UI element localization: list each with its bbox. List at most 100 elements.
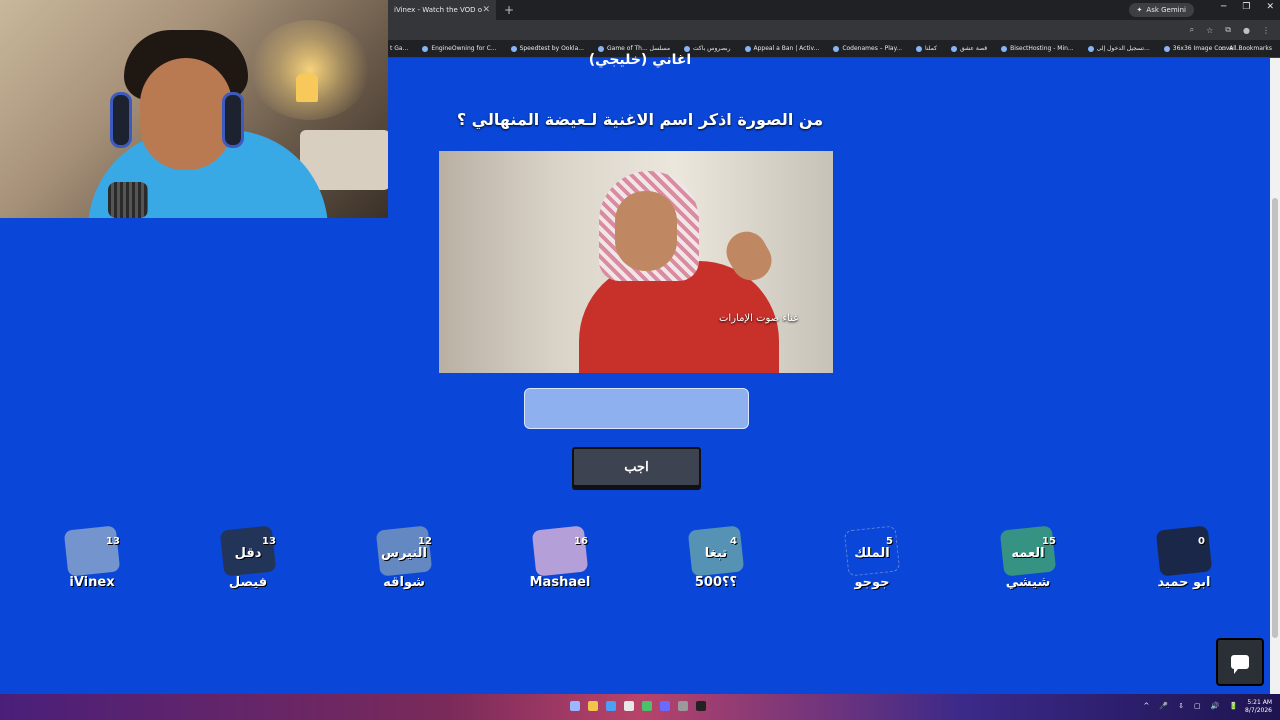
bookmark-item[interactable]: Appeal a Ban | Activ... <box>744 45 819 52</box>
bookmark-icon <box>684 45 691 52</box>
bookmark-item[interactable]: قصة عشق <box>950 45 987 52</box>
player-score: 16 <box>574 536 588 547</box>
page-scrollbar[interactable] <box>1270 58 1280 694</box>
toolbar-icons: ⌕ ☆ ⧉ ● ⋮ <box>388 20 1280 40</box>
players-row: 13 iVinex دقل 13 فيصل النيرس 12 شواقه 16… <box>40 525 1240 598</box>
bookmark-item[interactable]: كملنا <box>916 45 937 52</box>
window-controls: ─ ❐ ✕ <box>1221 2 1274 12</box>
player-score: 4 <box>730 536 737 547</box>
bookmark-icon <box>1163 45 1170 52</box>
question-text: من الصورة اذكر اسم الاغنية لـعيضة المنها… <box>456 110 824 129</box>
chat-button[interactable] <box>1216 638 1264 686</box>
bookmark-item[interactable]: BisectHosting - Min... <box>1001 45 1074 52</box>
player-name: شواقه <box>383 575 425 590</box>
taskbar-clock[interactable]: 5:21 AM 8/7/2026 <box>1245 699 1272 715</box>
player-avatar <box>1155 525 1213 577</box>
app-icon[interactable] <box>660 701 670 711</box>
star-icon[interactable]: ☆ <box>1206 26 1213 35</box>
bookmark-icon <box>916 45 923 52</box>
webcam-overlay <box>0 0 388 218</box>
display-icon[interactable]: ▢ <box>1194 702 1201 710</box>
headphone-left <box>110 92 132 148</box>
clock-date: 8/7/2026 <box>1245 707 1272 714</box>
bookmark-icon <box>422 45 429 52</box>
player-card: 16 Mashael <box>512 525 602 598</box>
bookmark-item[interactable]: Speedtest by Ookla... <box>510 45 584 52</box>
ask-gemini-button[interactable]: ✦ Ask Gemini <box>1128 3 1194 17</box>
player-name: جوجو <box>854 575 890 590</box>
submit-answer-button[interactable]: اجب <box>572 447 701 487</box>
app-icon[interactable] <box>678 701 688 711</box>
player-name: iVinex <box>69 575 115 590</box>
bookmark-icon <box>950 45 957 52</box>
page: iVinex - Watch the VOD on Kick ✕ + ✦ Ask… <box>0 0 1280 720</box>
player-name: ؟؟500 <box>694 575 738 590</box>
volume-icon[interactable]: 🔊 <box>1211 702 1220 710</box>
player-avatar <box>63 525 121 577</box>
player-avatar <box>531 525 589 577</box>
window-close-button[interactable]: ✕ <box>1266 2 1274 12</box>
file-explorer-icon[interactable] <box>588 701 598 711</box>
battery-icon[interactable]: 🔋 <box>1229 702 1238 710</box>
image-caption: غناء صوت الإمارات <box>719 313 799 324</box>
profile-icon[interactable]: ● <box>1243 26 1250 35</box>
tab-title: iVinex - Watch the VOD on Kick <box>394 6 483 14</box>
player-name: Mashael <box>529 575 591 590</box>
download-icon[interactable]: ⇩ <box>1178 702 1184 710</box>
gemini-label: Ask Gemini <box>1146 6 1186 14</box>
mic-icon[interactable]: 🎤 <box>1159 702 1168 710</box>
player-score: 13 <box>262 536 276 547</box>
maximize-button[interactable]: ❐ <box>1242 2 1250 12</box>
quiz-image: غناء صوت الإمارات <box>439 151 833 373</box>
avatar-text: الملك <box>854 546 890 561</box>
taskbar-apps <box>570 701 706 711</box>
player-card: النيرس 12 شواقه <box>356 525 446 598</box>
avatar-text: العمه <box>1011 546 1045 561</box>
bookmark-icon <box>744 45 751 52</box>
browser-tab[interactable]: iVinex - Watch the VOD on Kick ✕ <box>388 0 496 20</box>
player-card: العمه 15 شيشي <box>980 525 1070 598</box>
bookmark-item[interactable]: تسجيل الدخول إلى... <box>1087 45 1150 52</box>
extensions-icon[interactable]: ⧉ <box>1225 25 1231 35</box>
zoom-icon[interactable]: ⌕ <box>1190 25 1194 35</box>
browser-icon[interactable] <box>606 701 616 711</box>
app-icon[interactable] <box>696 701 706 711</box>
bookmark-icon <box>833 45 840 52</box>
start-icon[interactable] <box>570 701 580 711</box>
clock-time: 5:21 AM <box>1247 699 1272 706</box>
player-score: 5 <box>886 536 893 547</box>
menu-icon[interactable]: ⋮ <box>1262 26 1270 35</box>
bookmark-item[interactable]: Codenames – Play... <box>833 45 902 52</box>
new-tab-button[interactable]: + <box>504 3 514 17</box>
headphone-right <box>222 92 244 148</box>
player-name: ابو حميد <box>1157 575 1211 590</box>
bookmark-item[interactable]: EngineOwning for C... <box>422 45 497 52</box>
avatar-text: دقل <box>234 546 262 561</box>
player-score: 0 <box>1198 536 1205 547</box>
player-card: 13 iVinex <box>44 525 134 598</box>
tray-overflow-icon[interactable]: ^ <box>1143 702 1149 710</box>
gemini-icon: ✦ <box>1136 6 1143 14</box>
answer-input[interactable] <box>524 388 749 429</box>
minimize-button[interactable]: ─ <box>1221 2 1226 12</box>
bookmarks-bar: t Ga... EngineOwning for C... Speedtest … <box>388 40 1280 58</box>
player-name: شيشي <box>1005 575 1051 590</box>
app-icon[interactable] <box>624 701 634 711</box>
singer-face <box>615 191 677 271</box>
player-card: 0 ابو حميد <box>1136 525 1226 598</box>
microphone <box>108 182 148 218</box>
bookmark-icon <box>1001 45 1008 52</box>
chat-icon <box>1231 655 1249 674</box>
player-score: 13 <box>106 536 120 547</box>
player-score: 12 <box>418 536 432 547</box>
lamp <box>296 74 318 102</box>
bookmark-item[interactable]: ربصروس باكت <box>684 45 731 52</box>
scrollbar-thumb[interactable] <box>1272 198 1278 638</box>
player-card: دقل 13 فيصل <box>200 525 290 598</box>
all-bookmarks[interactable]: ▭ All Bookmarks <box>1220 45 1272 52</box>
bookmark-item[interactable]: Game of Th... مسلسل <box>598 45 670 52</box>
bookmark-item[interactable]: t Ga... <box>390 45 408 52</box>
app-icon[interactable] <box>642 701 652 711</box>
close-icon[interactable]: ✕ <box>482 5 490 15</box>
player-name: فيصل <box>228 575 268 590</box>
